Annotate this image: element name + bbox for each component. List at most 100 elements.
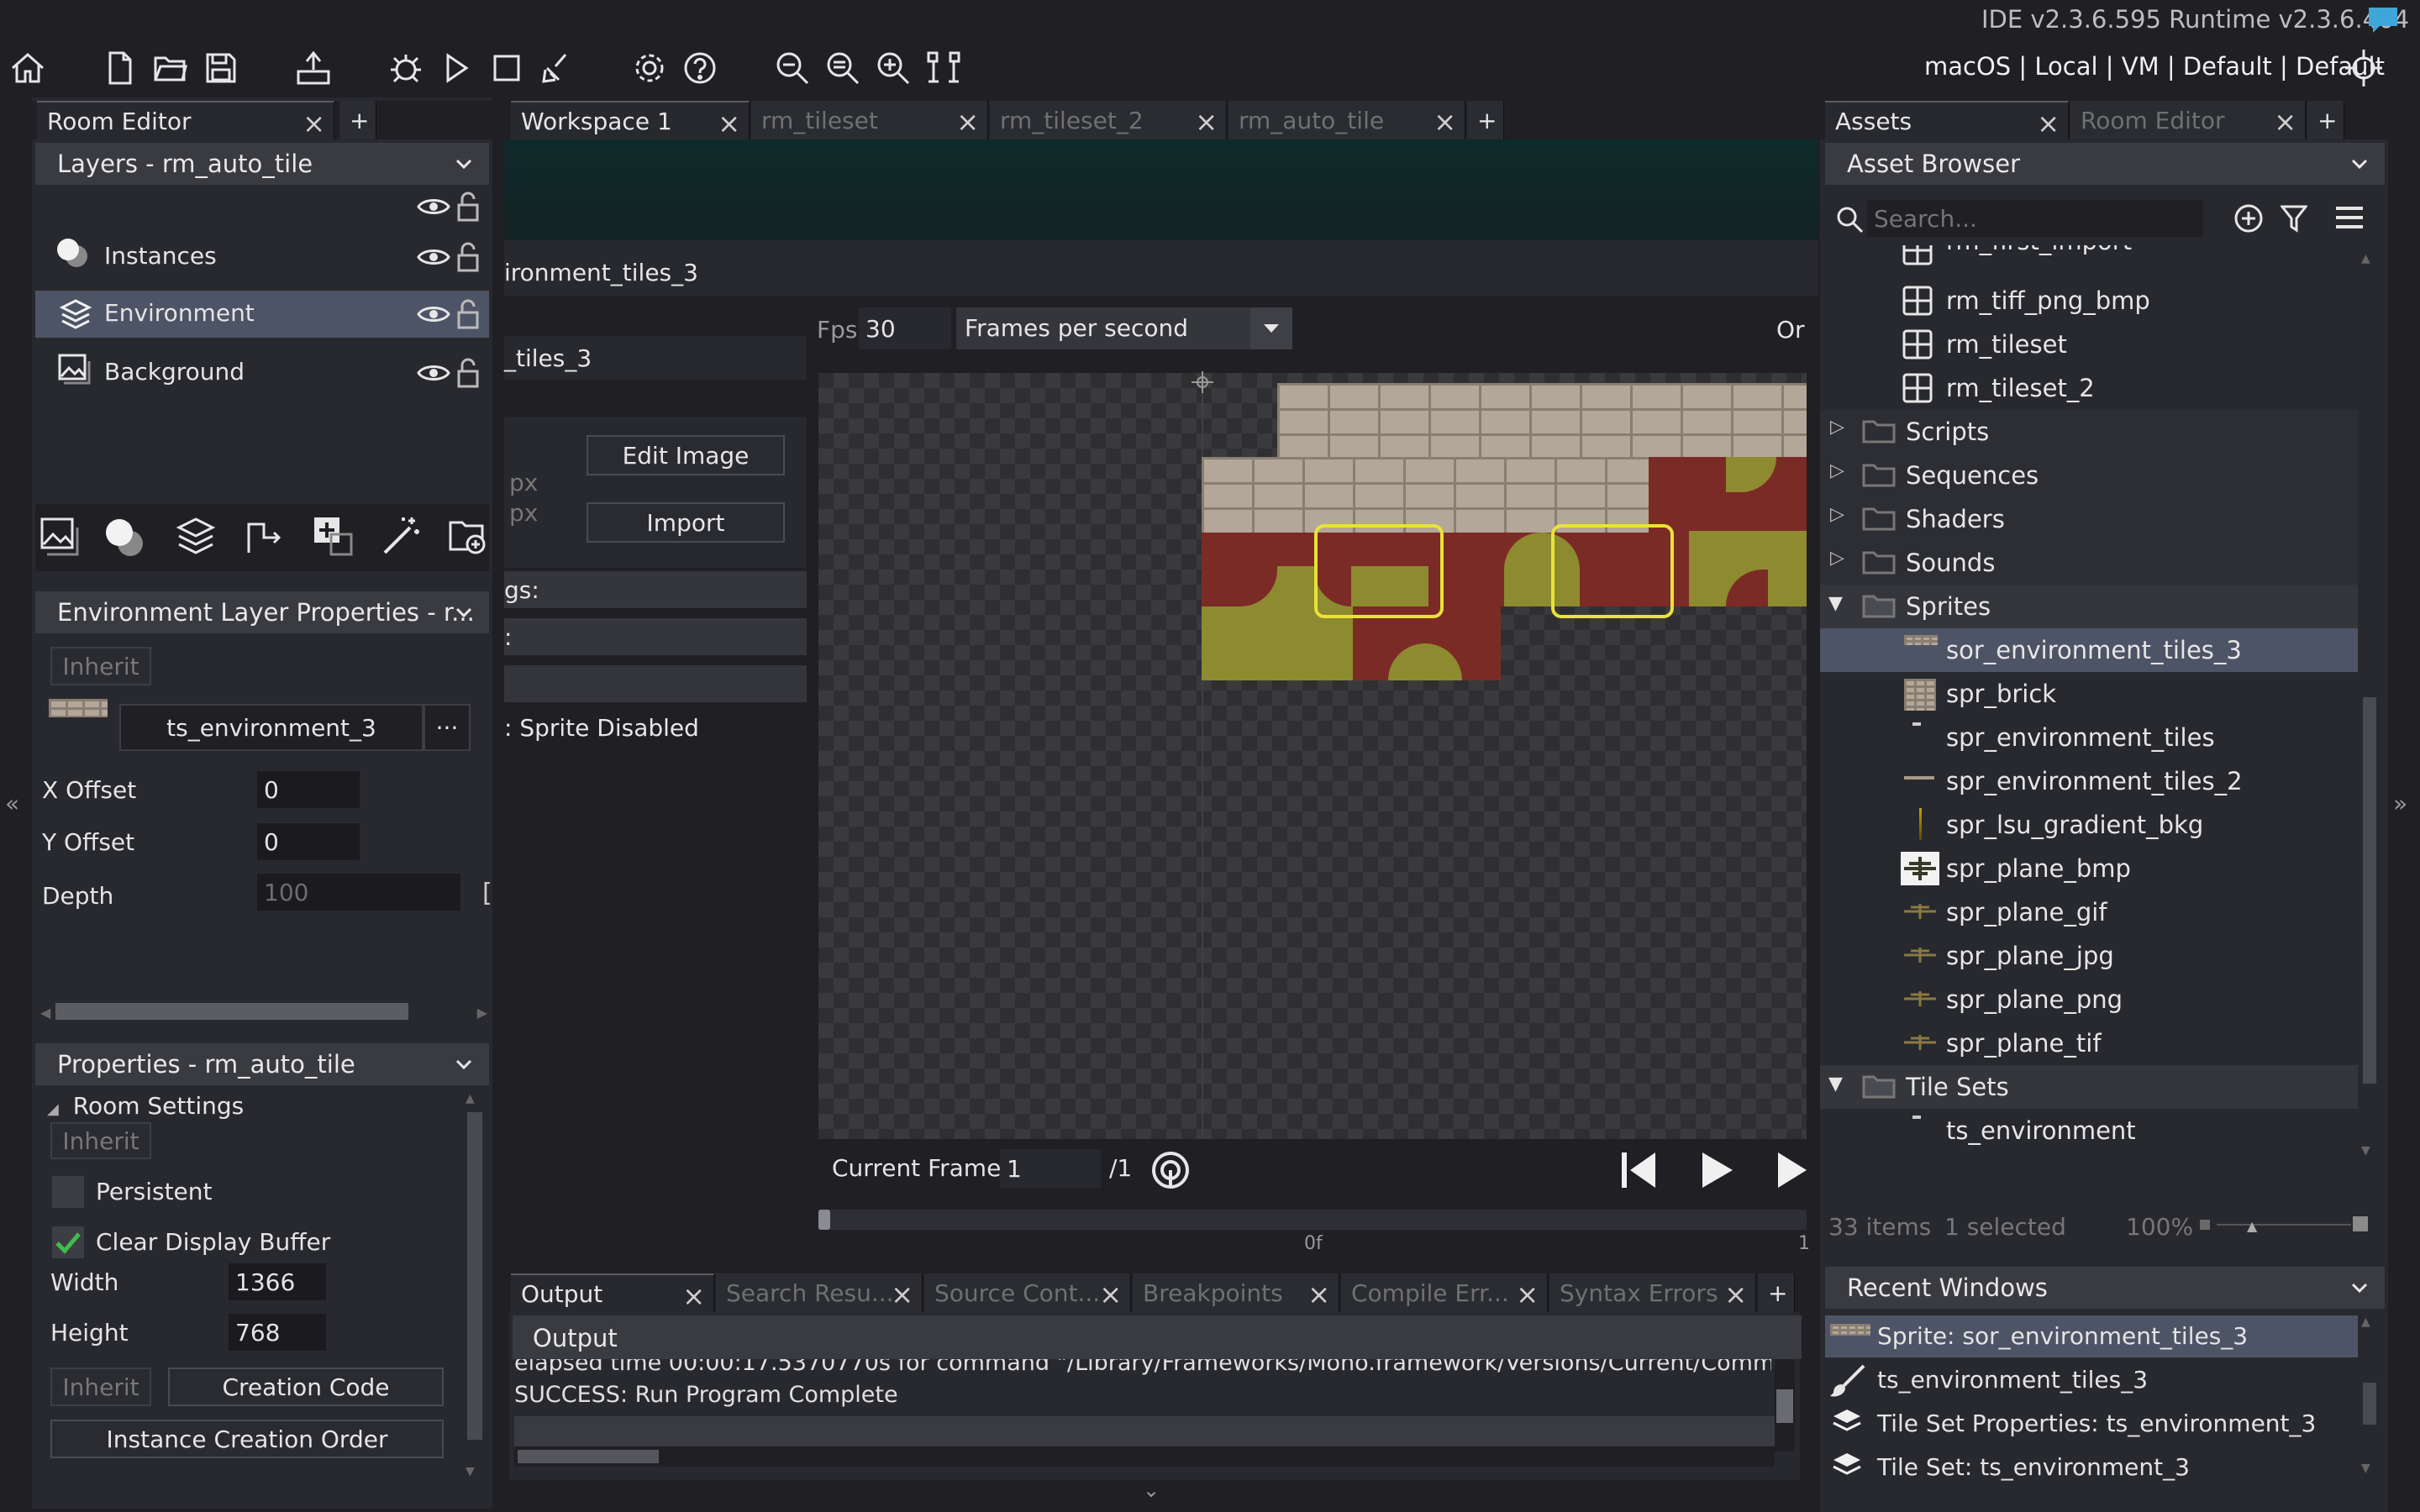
recent-window-item[interactable]: ts_environment_tiles_3 [1825, 1359, 2358, 1401]
current-frame-input[interactable]: 1 [1000, 1149, 1101, 1188]
close-icon[interactable]: × [1516, 1278, 1539, 1310]
room-inherit-button-2[interactable]: Inherit [50, 1368, 151, 1406]
close-icon[interactable]: × [1099, 1278, 1122, 1310]
persistent-checkbox[interactable] [52, 1176, 84, 1208]
room-props-header[interactable]: Properties - rm_auto_tile [35, 1043, 489, 1085]
clear-buffer-checkbox[interactable] [52, 1226, 84, 1258]
output-scrollbar-h[interactable] [514, 1446, 1775, 1467]
eye-icon[interactable] [417, 195, 450, 218]
new-file-icon[interactable] [97, 45, 143, 91]
zoom-slider[interactable]: ▲ [2200, 1216, 2368, 1234]
asset-folder-shaders[interactable]: ▷ Shaders [1820, 497, 2358, 541]
room-props-scrollbar[interactable]: ▲ ▼ [466, 1092, 484, 1478]
recent-windows-scrollbar[interactable]: ▲ ▼ [2360, 1315, 2378, 1475]
tab-room-editor-right[interactable]: Room Editor × [2070, 101, 2306, 139]
asset-sprite-item[interactable]: spr_environment_tiles_2 [1820, 759, 2358, 803]
add-tab-button[interactable]: + [339, 101, 376, 139]
tab-rm-tileset[interactable]: rm_tileset × [751, 101, 988, 139]
layer-instances[interactable]: Instances [35, 234, 489, 281]
add-tile-layer-icon[interactable] [175, 516, 217, 558]
zoom-reset-icon[interactable] [820, 45, 865, 91]
expand-arrow-icon[interactable]: ▷ [1830, 504, 1844, 525]
import-button[interactable]: Import [587, 502, 785, 543]
onion-skin-icon[interactable] [1150, 1149, 1192, 1191]
tab-rm-tileset-2[interactable]: rm_tileset_2 × [990, 101, 1227, 139]
filter-icon[interactable] [2281, 203, 2307, 234]
inherit-button[interactable]: Inherit [50, 647, 151, 685]
settings-row-2[interactable]: : [504, 618, 807, 655]
home-icon[interactable] [5, 45, 50, 91]
depth-override-icon[interactable]: [ [482, 879, 492, 908]
tab-source-control[interactable]: Source Cont... × [924, 1273, 1131, 1312]
asset-sprite-item[interactable]: spr_lsu_gradient_bkg [1820, 803, 2358, 847]
asset-sprite-item[interactable]: spr_plane_tif [1820, 1021, 2358, 1065]
add-effect-layer-icon[interactable] [380, 514, 424, 558]
help-icon[interactable] [677, 45, 723, 91]
eye-icon[interactable] [417, 361, 450, 385]
tab-workspace-1[interactable]: Workspace 1 × [511, 101, 750, 139]
tileset-more-button[interactable]: ··· [424, 704, 471, 751]
close-icon[interactable]: × [302, 108, 325, 139]
room-settings-section[interactable]: ◢ Room Settings [47, 1092, 244, 1120]
close-icon[interactable]: × [956, 106, 979, 138]
asset-tree-scrollbar[interactable]: ▲ ▼ [2360, 252, 2378, 1158]
asset-room-item[interactable]: rm_tiff_png_bmp [1820, 279, 2358, 323]
menu-icon[interactable] [2334, 205, 2365, 230]
asset-browser-header[interactable]: Asset Browser [1825, 143, 2385, 185]
close-icon[interactable]: × [1434, 106, 1456, 138]
asset-folder-tilesets[interactable]: ▼ Tile Sets [1820, 1065, 2358, 1109]
lock-open-icon[interactable] [457, 242, 479, 272]
asset-room-item[interactable]: rm_tileset [1820, 323, 2358, 366]
edit-image-button[interactable]: Edit Image [587, 435, 785, 475]
close-icon[interactable]: × [1724, 1278, 1747, 1310]
tab-output[interactable]: Output × [511, 1273, 714, 1312]
workspace-area[interactable] [504, 139, 1818, 240]
recent-windows-header[interactable]: Recent Windows [1825, 1267, 2385, 1309]
room-inherit-button[interactable]: Inherit [50, 1122, 151, 1159]
clean-icon[interactable] [534, 45, 580, 91]
asset-folder-sounds[interactable]: ▷ Sounds [1820, 541, 2358, 585]
tab-room-editor-left[interactable]: Room Editor × [37, 101, 334, 139]
fps-mode-dropdown[interactable]: Frames per second [956, 307, 1292, 349]
tile-selection-1[interactable] [1314, 524, 1444, 618]
target-selector[interactable]: macOS | Local | VM | Default | Default [1924, 52, 2385, 81]
save-icon[interactable] [198, 45, 244, 91]
tileset-selector[interactable]: ts_environment_3 [119, 704, 424, 751]
add-background-layer-icon[interactable] [39, 516, 81, 558]
add-tab-button[interactable]: + [1758, 1273, 1795, 1312]
close-icon[interactable]: × [682, 1280, 705, 1312]
expanded-arrow-icon[interactable]: ▼ [1828, 593, 1843, 614]
fit-icon[interactable] [921, 45, 966, 91]
zoom-out-icon[interactable] [770, 45, 815, 91]
asset-sprite-item[interactable]: spr_plane_bmp [1820, 847, 2358, 890]
add-path-layer-icon[interactable] [242, 516, 284, 558]
room-height-input[interactable]: 768 [229, 1314, 326, 1351]
close-icon[interactable]: × [891, 1278, 913, 1310]
origin-marker-icon[interactable] [1190, 370, 1215, 395]
tab-rm-auto-tile[interactable]: rm_auto_tile × [1228, 101, 1465, 139]
lock-open-icon[interactable] [457, 192, 479, 222]
add-tab-button[interactable]: + [2307, 101, 2344, 139]
asset-sprite-item[interactable]: spr_plane_gif [1820, 890, 2358, 934]
asset-sprite-item[interactable]: spr_brick [1820, 672, 2358, 716]
add-asset-layer-icon[interactable] [311, 514, 355, 558]
settings-icon[interactable] [627, 45, 672, 91]
env-props-scrollbar[interactable]: ◀ ▶ [37, 1000, 491, 1021]
add-tab-button[interactable]: + [1467, 101, 1504, 139]
collapse-down-icon[interactable]: ⌄ [1143, 1478, 1160, 1502]
layer-background[interactable]: Background [35, 348, 489, 395]
y-offset-input[interactable]: 0 [257, 823, 360, 860]
asset-tileset-item[interactable]: ts_environment [1820, 1109, 2358, 1152]
expand-arrow-icon[interactable]: ▷ [1830, 548, 1844, 569]
env-props-header[interactable]: Environment Layer Properties - r... [35, 591, 489, 633]
tab-assets[interactable]: Assets × [1825, 101, 2069, 139]
x-offset-input[interactable]: 0 [257, 771, 360, 808]
add-instance-layer-icon[interactable] [106, 519, 145, 558]
next-frame-icon[interactable] [1773, 1147, 1807, 1193]
asset-search-input[interactable] [1867, 200, 2203, 237]
asset-sprite-item[interactable]: spr_environment_tiles [1820, 716, 2358, 759]
expand-arrow-icon[interactable]: ▷ [1830, 460, 1844, 481]
timeline-playhead[interactable] [818, 1210, 830, 1230]
open-folder-icon[interactable] [148, 45, 193, 91]
timeline-track[interactable] [818, 1210, 1807, 1230]
